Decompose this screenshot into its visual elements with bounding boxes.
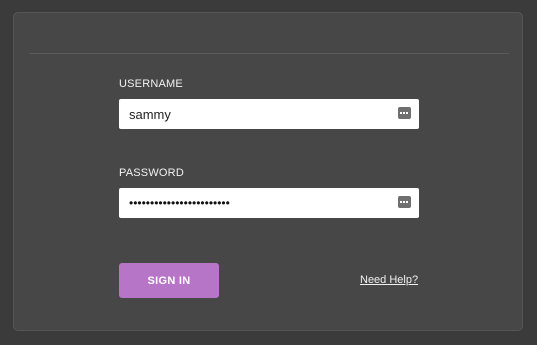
- sign-in-button[interactable]: SIGN IN: [119, 263, 219, 298]
- password-field[interactable]: [119, 188, 419, 218]
- keyboard-dots-icon[interactable]: [398, 107, 411, 119]
- username-label: USERNAME: [119, 78, 183, 90]
- password-label: PASSWORD: [119, 167, 184, 179]
- password-input[interactable]: [119, 188, 389, 218]
- header-divider: [29, 53, 509, 54]
- need-help-link[interactable]: Need Help?: [360, 274, 418, 286]
- keyboard-dots-icon[interactable]: [398, 196, 411, 208]
- login-card: USERNAME PASSWORD SIGN IN Need Help?: [13, 12, 523, 331]
- username-field[interactable]: [119, 99, 419, 129]
- username-input[interactable]: [119, 99, 389, 129]
